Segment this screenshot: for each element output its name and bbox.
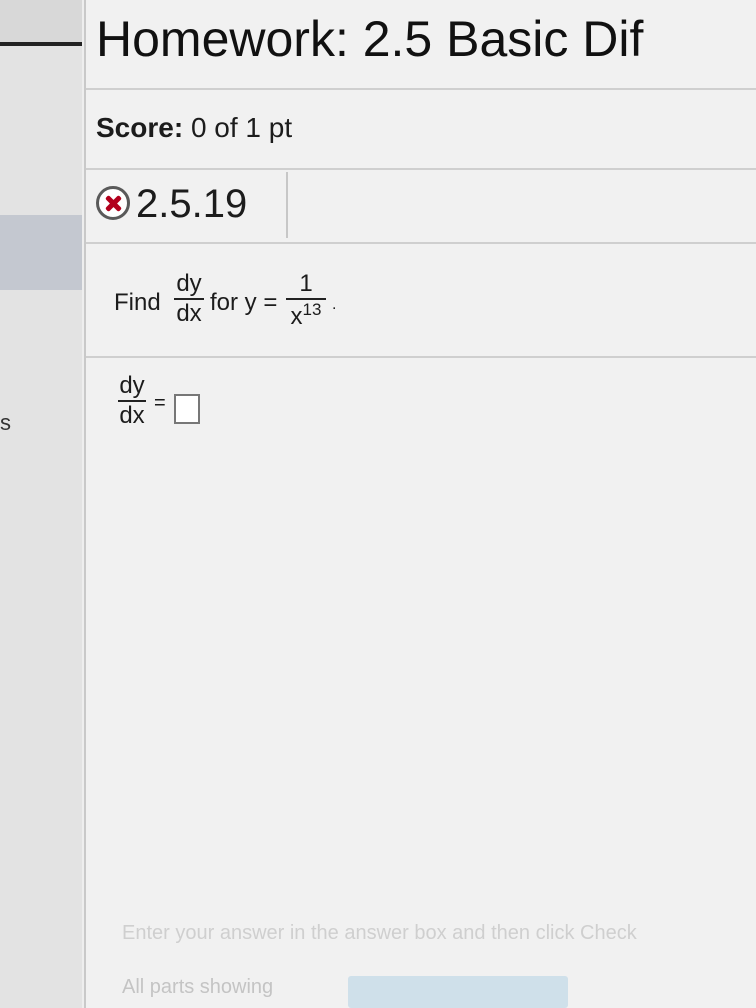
answer-hint: Enter your answer in the answer box and … [122,922,637,944]
function-base: x [290,303,303,330]
left-panel-edge-glyph: s [0,410,11,435]
answer-dx: dx [119,402,145,429]
score-divider [86,168,756,170]
page-title: Homework: 2.5 Basic Dif [96,11,644,67]
score-value: 0 of 1 pt [190,112,293,143]
parts-status: All parts showing [122,976,274,998]
dy-numerator: dy [176,270,202,297]
question-divider [86,356,756,358]
question-number-box[interactable]: 2.5.19 [86,172,288,238]
dx-denominator: dx [176,300,202,327]
answer-dy-dx-fraction: dy dx [118,372,146,430]
incorrect-x-icon [96,186,130,220]
left-panel: s [0,0,82,1008]
question-period: . [332,296,337,313]
for-y-label: for y = [210,289,278,316]
function-denominator: x13 [291,300,322,331]
left-panel-divider [0,42,82,46]
question-number: 2.5.19 [136,182,248,226]
function-fraction: 1 x13 [286,270,326,331]
score-line: Score: 0 of 1 pt [96,112,292,144]
question-panel: Homework: 2.5 Basic Dif Score: 0 of 1 pt… [84,0,756,1008]
answer-input-box[interactable] [174,394,200,424]
function-exponent: 13 [302,300,322,319]
check-answer-button[interactable] [348,976,568,1008]
question-header-divider [86,242,756,244]
find-label: Find [114,289,161,316]
left-panel-selected-item[interactable] [0,215,82,290]
dy-dx-fraction: dy dx [174,270,204,328]
left-panel-topbar [0,0,82,44]
answer-dy: dy [119,372,145,399]
score-label: Score: [96,112,184,143]
function-numerator: 1 [299,270,313,297]
title-divider [86,88,756,90]
equals-sign: = [154,392,166,414]
